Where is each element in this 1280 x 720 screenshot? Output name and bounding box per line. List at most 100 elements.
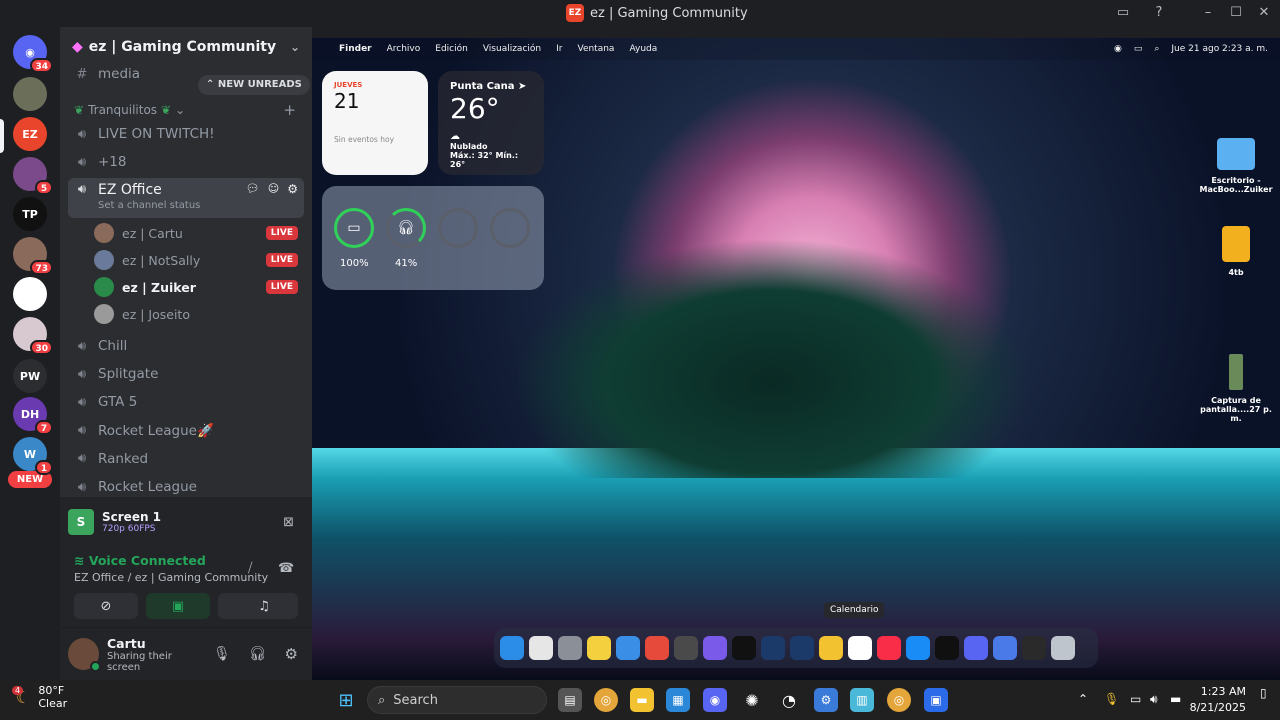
server-icon[interactable]: TP [13, 197, 47, 231]
dock-app-icon[interactable] [703, 636, 727, 660]
voice-channel[interactable]: 🔊︎ Chill [68, 333, 304, 359]
menu-finder[interactable]: Finder [339, 44, 372, 54]
inbox-icon[interactable]: ▭ [1115, 5, 1131, 21]
server-icon[interactable]: 5 [13, 157, 53, 195]
taskbar-weather[interactable]: ☾ 4 80°F Clear [12, 684, 67, 710]
help-icon[interactable]: ? [1151, 5, 1167, 21]
voice-member[interactable]: ez | NotSally LIVE [94, 248, 304, 272]
menubar-datetime[interactable]: Jue 21 ago 2:23 a. m. [1171, 44, 1268, 54]
soundboard-button[interactable]: ♫ [230, 593, 298, 619]
taskbar-clock[interactable]: 1:23 AM 8/21/2025 [1182, 684, 1246, 716]
tray-mic-icon[interactable]: 🎙︎ [1104, 692, 1119, 706]
channel-live-on-twitch[interactable]: 🔊︎ LIVE ON TWITCH! [68, 121, 304, 147]
calendar-widget[interactable]: JUEVES 21 Sin eventos hoy [322, 71, 428, 175]
remote-desktop-button[interactable]: ▣ [924, 688, 948, 712]
microphone-icon[interactable]: 🎙︎ [213, 646, 231, 662]
menu-ventana[interactable]: Ventana [577, 44, 614, 54]
menu-edicion[interactable]: Edición [435, 44, 468, 54]
server-icon[interactable]: 30 [13, 317, 53, 355]
tray-battery-icon[interactable]: ▬ [1170, 692, 1181, 706]
gear-icon[interactable]: ⚙ [287, 182, 298, 196]
start-button[interactable]: ⊞ [334, 688, 358, 712]
battery-widget[interactable]: ▭ 🎧︎ 100% 41% [322, 186, 544, 290]
tray-network-icon[interactable]: ▭ [1130, 692, 1141, 706]
tray-chevron-up-icon[interactable]: ⌃ [1078, 692, 1088, 706]
channel-status-text[interactable]: Set a channel status [98, 200, 200, 211]
dock-app-icon[interactable] [761, 636, 785, 660]
dock-app-icon[interactable] [645, 636, 669, 660]
voice-member[interactable]: ez | Joseito [94, 302, 304, 326]
server-icon[interactable]: 73 [13, 237, 53, 275]
stop-stream-icon[interactable]: ⊠ [283, 515, 294, 530]
voice-channel[interactable]: 🔊︎ GTA 5 [68, 389, 304, 415]
dock-app-icon[interactable] [877, 636, 901, 660]
add-member-icon[interactable]: ☺ [268, 182, 279, 195]
dock-app-icon[interactable] [529, 636, 553, 660]
server-icon[interactable] [13, 77, 47, 111]
store-button[interactable]: ▦ [666, 688, 690, 712]
server-icon[interactable]: PW [13, 359, 47, 393]
search-icon[interactable]: ⌕ [1154, 44, 1159, 54]
minimize-button[interactable]: – [1200, 5, 1216, 21]
voice-channel[interactable]: 🔊︎ Rocket League🚀 [68, 418, 304, 444]
menu-visualizacion[interactable]: Visualización [483, 44, 541, 54]
dock-app-icon[interactable] [819, 636, 843, 660]
dock-app-icon[interactable] [790, 636, 814, 660]
weather-widget[interactable]: Punta Cana ➤ 26° ☁ Nublado Máx.: 32° Mín… [438, 71, 544, 175]
menu-archivo[interactable]: Archivo [387, 44, 421, 54]
server-icon[interactable]: EZ [13, 117, 47, 151]
headphones-icon[interactable]: 🎧︎ [249, 646, 267, 662]
server-icon[interactable] [13, 277, 47, 311]
server-icon[interactable]: ◉ 34 [13, 35, 53, 73]
avatar[interactable] [68, 638, 101, 672]
screen-share-button[interactable]: ▣ [146, 593, 210, 619]
wifi-icon[interactable]: ◉ [1114, 44, 1122, 54]
taskbar-search[interactable]: ⌕ Search [367, 686, 547, 714]
menu-ayuda[interactable]: Ayuda [629, 44, 657, 54]
chrome-button[interactable]: ◎ [594, 688, 618, 712]
maximize-button[interactable]: ☐ [1228, 5, 1244, 21]
voice-member[interactable]: ez | Zuiker LIVE [94, 275, 304, 299]
dock-app-icon[interactable] [964, 636, 988, 660]
settings-button[interactable]: ⚙ [814, 688, 838, 712]
category-tranquilitos[interactable]: ❦ Tranquilitos ❦ ⌄ [74, 103, 185, 117]
gear-icon[interactable]: ⚙ [285, 645, 298, 663]
notifications-icon[interactable]: ▯ [1260, 686, 1267, 700]
dock-app-icon[interactable] [587, 636, 611, 660]
dock-app-icon[interactable] [1051, 636, 1075, 660]
chat-icon[interactable]: 💬︎ [246, 182, 260, 195]
dock-app-icon[interactable] [674, 636, 698, 660]
new-unreads-button[interactable]: ⌃ NEW UNREADS [198, 75, 310, 95]
tray-volume-icon[interactable]: 🔊︎ [1150, 692, 1158, 707]
voice-location[interactable]: EZ Office / ez | Gaming Community [74, 571, 268, 584]
app-button[interactable]: ◔ [777, 688, 801, 712]
dock-app-icon[interactable] [500, 636, 524, 660]
notepad-button[interactable]: ▥ [850, 688, 874, 712]
close-button[interactable]: ✕ [1256, 5, 1272, 21]
channel-18[interactable]: 🔊︎ +18 [68, 149, 304, 175]
dock-app-icon[interactable] [732, 636, 756, 660]
channel-ez-office[interactable]: 🔊︎ EZ Office Set a channel status 💬︎ ☺ ⚙ [68, 178, 304, 218]
dock-app-icon[interactable] [935, 636, 959, 660]
dock-app-icon[interactable] [993, 636, 1017, 660]
dock-app-icon[interactable] [1022, 636, 1046, 660]
camera-button[interactable]: ⊘ [74, 593, 138, 619]
file-explorer-button[interactable]: ▬ [630, 688, 654, 712]
voice-member[interactable]: ez | Cartu LIVE [94, 221, 304, 245]
stream-video[interactable]: Finder Archivo Edición Visualización Ir … [312, 38, 1280, 680]
dock-app-icon[interactable] [906, 636, 930, 660]
voice-channel[interactable]: 🔊︎ Splitgate [68, 361, 304, 387]
dock-app-icon[interactable] [558, 636, 582, 660]
server-icon[interactable]: DH 7 [13, 397, 53, 435]
voice-channel[interactable]: 🔊︎ Ranked [68, 446, 304, 472]
desktop-drive[interactable]: 4tb [1196, 226, 1276, 277]
chatgpt-button[interactable]: ✺ [740, 688, 764, 712]
chrome-profile-button[interactable]: ◎ [887, 688, 911, 712]
task-view-button[interactable]: ▤ [558, 688, 582, 712]
desktop-folder[interactable]: Escritorio - MacBoo...Zuiker [1196, 138, 1276, 194]
server-icon[interactable]: W1 [13, 437, 53, 475]
dock-app-icon[interactable] [616, 636, 640, 660]
battery-icon[interactable]: ▭ [1134, 44, 1143, 54]
menu-ir[interactable]: Ir [556, 44, 562, 54]
noise-suppression-icon[interactable]: ⧸ [248, 561, 252, 576]
